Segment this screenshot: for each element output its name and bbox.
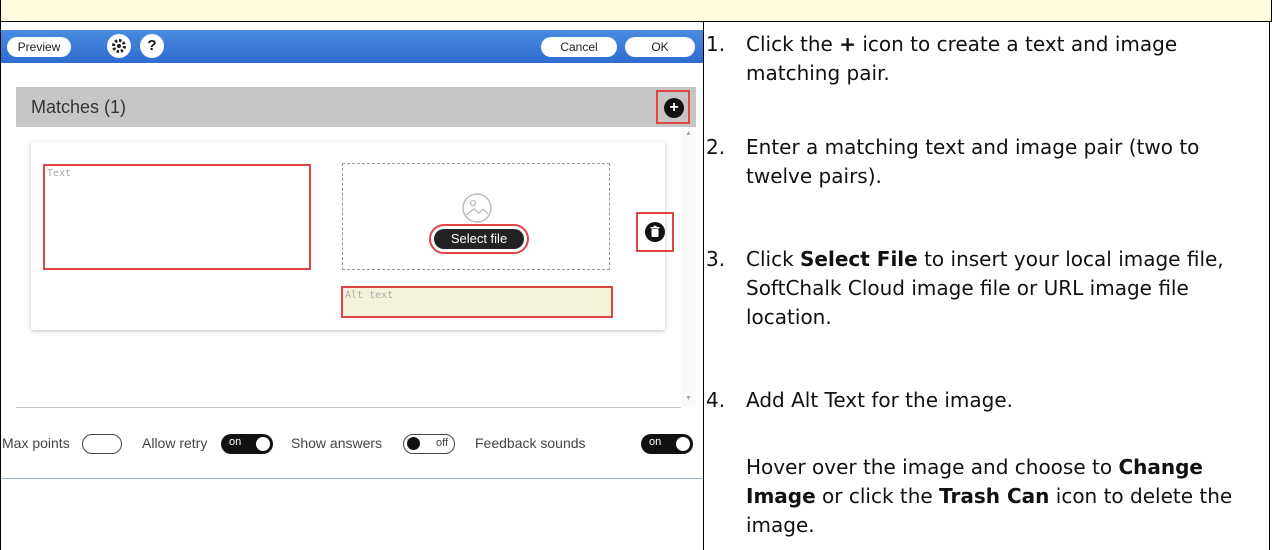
toggle-knob	[407, 437, 420, 450]
image-icon	[462, 193, 492, 223]
max-points-toggle[interactable]	[82, 434, 122, 454]
settings-row: Max points Allow retry on Show answers o…	[1, 430, 703, 460]
matches-header: Matches (1) +	[16, 87, 696, 127]
matching-editor: Preview ? Cancel OK Matches (1) + Text S…	[1, 30, 703, 550]
image-dropzone[interactable]: Select file	[342, 163, 610, 270]
step-number: 1.	[706, 32, 726, 56]
bottom-rule	[1, 478, 703, 479]
toggle-knob	[676, 437, 690, 451]
match-text-input[interactable]: Text	[43, 164, 311, 270]
editor-toolbar: Preview ? Cancel OK	[1, 30, 703, 63]
gear-icon[interactable]	[107, 34, 131, 58]
preview-button[interactable]: Preview	[7, 37, 71, 57]
select-file-label: Select file	[434, 229, 524, 249]
alt-text-placeholder: Alt text	[345, 290, 394, 301]
feedback-sounds-state: on	[649, 436, 662, 448]
delete-pair-button[interactable]	[636, 212, 674, 252]
feedback-sounds-toggle[interactable]: on	[641, 434, 693, 454]
step-text: Add Alt Text for the image.	[746, 388, 1014, 412]
step-number: 4.	[706, 388, 726, 412]
step-number: 3.	[706, 247, 726, 271]
allow-retry-label: Allow retry	[142, 435, 208, 451]
help-icon[interactable]: ?	[140, 34, 164, 58]
ok-button[interactable]: OK	[625, 37, 695, 57]
note-text: Hover over the image and choose to Chang…	[746, 455, 1233, 537]
top-band	[0, 0, 1272, 22]
show-answers-toggle[interactable]: off	[403, 434, 455, 454]
step-number: 2.	[706, 135, 726, 159]
cancel-button[interactable]: Cancel	[541, 37, 617, 57]
allow-retry-toggle[interactable]: on	[221, 434, 273, 454]
table-divider	[703, 21, 704, 550]
scroll-down-icon[interactable]: ▼	[685, 395, 692, 402]
scroll-up-icon[interactable]: ▲	[685, 130, 692, 137]
plus-icon: +	[664, 98, 684, 118]
trash-icon	[645, 222, 665, 242]
max-points-label: Max points	[2, 435, 70, 451]
plus-icon: +	[839, 32, 856, 56]
step-text: Enter a matching text and image pair (tw…	[746, 135, 1200, 188]
toggle-knob	[256, 437, 270, 451]
scrollbar[interactable]: ▲ ▼	[681, 127, 696, 407]
matches-list: Text Select file Alt text	[16, 127, 681, 408]
step-text: Click Select File to insert your local i…	[746, 247, 1224, 329]
matches-title: Matches (1)	[31, 97, 127, 117]
feedback-sounds-label: Feedback sounds	[475, 435, 586, 451]
table-top-line	[0, 21, 1272, 22]
step-text: Click the + icon to create a text and im…	[746, 32, 1178, 85]
match-pair-card: Text Select file Alt text	[31, 142, 674, 330]
show-answers-label: Show answers	[291, 435, 383, 451]
text-placeholder: Text	[47, 168, 72, 179]
alt-text-input[interactable]: Alt text	[341, 286, 613, 318]
select-file-button[interactable]: Select file	[429, 224, 529, 254]
allow-retry-state: on	[229, 436, 242, 448]
show-answers-state: off	[435, 437, 448, 449]
add-pair-button[interactable]: +	[656, 90, 690, 124]
